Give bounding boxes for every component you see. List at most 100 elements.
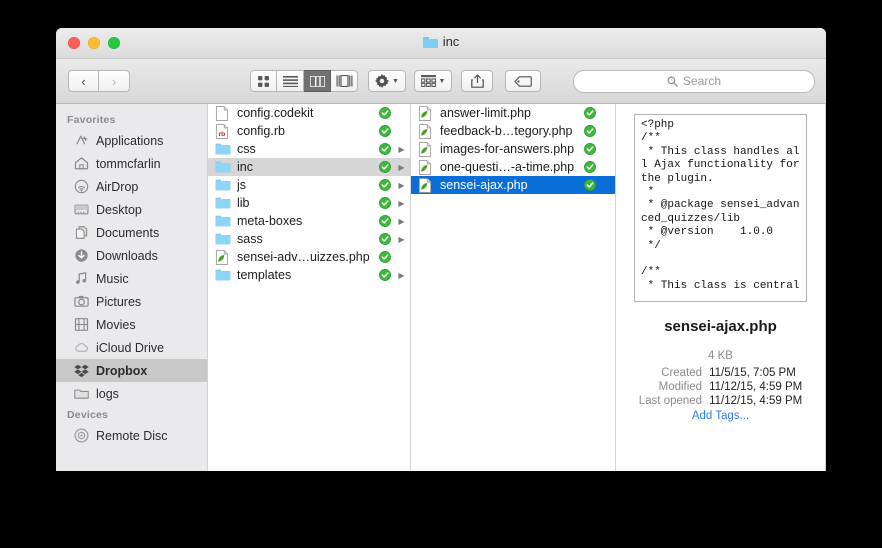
column-browser: config.codekit rb config.rb css ▶ inc ▶ js ▶ lib ▶…	[208, 104, 826, 471]
sidebar-item-music[interactable]: Music	[56, 267, 207, 290]
file-row[interactable]: js ▶	[208, 176, 410, 194]
file-row[interactable]: rb config.rb	[208, 122, 410, 140]
preview-pane: <?php /** * This class handles all Ajax …	[616, 104, 825, 422]
sync-status-badge	[379, 269, 391, 281]
sidebar-item-logs[interactable]: logs	[56, 382, 207, 405]
file-row[interactable]: inc ▶	[208, 158, 410, 176]
chevron-left-icon: ‹	[81, 73, 86, 89]
list-view-button[interactable]	[277, 70, 304, 92]
disclosure-arrow-icon[interactable]: ▶	[397, 163, 406, 172]
search-icon	[667, 76, 678, 87]
add-tags-link[interactable]: Add Tags...	[634, 410, 807, 422]
sync-status-badge	[584, 143, 596, 155]
titlebar[interactable]: inc	[56, 28, 826, 59]
php-document-icon	[215, 249, 231, 265]
sidebar-item-icloud-drive[interactable]: iCloud Drive	[56, 336, 207, 359]
file-name: config.rb	[237, 124, 285, 138]
sidebar-header-favorites: Favorites	[67, 114, 116, 126]
file-row[interactable]: sensei-ajax.php	[411, 176, 615, 194]
forward-button[interactable]: ›	[99, 70, 130, 92]
sidebar-item-label: Dropbox	[96, 363, 148, 378]
file-row[interactable]: feedback-b…tegory.php	[411, 122, 615, 140]
sidebar-item-airdrop[interactable]: AirDrop	[56, 175, 207, 198]
tags-button[interactable]	[505, 70, 541, 92]
sidebar-item-dropbox[interactable]: Dropbox	[56, 359, 207, 382]
file-row[interactable]: answer-limit.php	[411, 104, 615, 122]
sync-status-badge	[379, 251, 391, 263]
file-name: sass	[237, 232, 263, 246]
meta-value: 11/12/15, 4:59 PM	[709, 381, 803, 393]
disclosure-arrow-icon[interactable]: ▶	[397, 199, 406, 208]
folder-icon	[215, 197, 231, 208]
file-row[interactable]: config.codekit	[208, 104, 410, 122]
folder-icon	[422, 36, 438, 48]
file-row[interactable]: lib ▶	[208, 194, 410, 212]
synced-check-badge	[379, 143, 391, 155]
icon-view-button[interactable]	[250, 70, 277, 92]
window-title-label: inc	[442, 34, 460, 49]
disclosure-arrow-icon[interactable]: ▶	[397, 271, 406, 280]
share-button[interactable]	[461, 70, 493, 92]
folder-icon	[215, 142, 231, 157]
folder-icon	[215, 233, 231, 244]
php-document-icon	[418, 123, 434, 139]
window-body: Favorites Applications tommcfarlin AirDr…	[56, 104, 826, 471]
action-menu-button[interactable]: ▼	[368, 70, 406, 92]
view-mode-buttons	[250, 70, 358, 92]
disclosure-arrow-icon[interactable]: ▶	[397, 181, 406, 190]
sidebar-item-label: Documents	[96, 225, 160, 240]
sidebar-item-label: Pictures	[96, 294, 142, 309]
file-column-one[interactable]: config.codekit rb config.rb css ▶ inc ▶ js ▶ lib ▶…	[208, 104, 411, 471]
sidebar-item-tommcfarlin[interactable]: tommcfarlin	[56, 152, 207, 175]
back-button[interactable]: ‹	[68, 70, 99, 92]
sidebar-item-documents[interactable]: Documents	[56, 221, 207, 244]
desktop-icon	[74, 202, 89, 217]
preview-filename: sensei-ajax.php	[664, 318, 777, 335]
chevron-right-icon: ›	[111, 73, 117, 89]
sidebar-item-desktop[interactable]: Desktop	[56, 198, 207, 221]
sidebar-item-label: Movies	[96, 317, 136, 332]
file-row[interactable]: images-for-answers.php	[411, 140, 615, 158]
chevron-down-icon: ▼	[392, 77, 399, 85]
file-row[interactable]: meta-boxes ▶	[208, 212, 410, 230]
preview-metadata: Created 11/5/15, 7:05 PM Modified 11/12/…	[634, 367, 807, 407]
synced-check-badge	[379, 215, 391, 227]
folder-icon	[215, 196, 231, 211]
disclosure-arrow-icon[interactable]: ▶	[397, 145, 406, 154]
file-column-two[interactable]: answer-limit.php feedback-b…tegory.php ima…	[411, 104, 616, 471]
file-row[interactable]: sensei-adv…uizzes.php	[208, 248, 410, 266]
sidebar-header-devices: Devices	[67, 409, 109, 421]
column-view-icon	[309, 75, 325, 87]
list-view-icon	[282, 76, 298, 87]
gallery-view-button[interactable]	[331, 70, 358, 92]
php-document-icon	[215, 249, 229, 265]
sync-status-badge	[584, 107, 596, 119]
file-name: lib	[237, 196, 250, 210]
disclosure-arrow-icon[interactable]: ▶	[397, 217, 406, 226]
synced-check-badge	[379, 107, 391, 119]
sidebar[interactable]: Favorites Applications tommcfarlin AirDr…	[56, 104, 208, 471]
column-view-button[interactable]	[304, 70, 331, 92]
disclosure-arrow-icon[interactable]: ▶	[397, 235, 406, 244]
folder-icon	[215, 215, 231, 226]
home-icon	[74, 156, 89, 171]
file-name: meta-boxes	[237, 214, 303, 228]
folder-icon	[215, 178, 231, 193]
meta-key: Last opened	[638, 395, 703, 407]
sidebar-item-downloads[interactable]: Downloads	[56, 244, 207, 267]
sidebar-item-remote-disc[interactable]: Remote Disc	[56, 424, 207, 447]
sync-status-badge	[379, 143, 391, 155]
php-document-icon	[418, 177, 432, 193]
file-row[interactable]: css ▶	[208, 140, 410, 158]
search-field[interactable]: Search	[573, 69, 815, 93]
documents-icon	[74, 225, 89, 240]
sidebar-item-pictures[interactable]: Pictures	[56, 290, 207, 313]
sidebar-item-movies[interactable]: Movies	[56, 313, 207, 336]
sidebar-item-label: AirDrop	[96, 179, 139, 194]
file-row[interactable]: one-questi…-a-time.php	[411, 158, 615, 176]
preview-column: <?php /** * This class handles all Ajax …	[616, 104, 826, 471]
arrange-menu-button[interactable]: ▼	[414, 70, 452, 92]
file-row[interactable]: templates ▶	[208, 266, 410, 284]
sidebar-item-applications[interactable]: Applications	[56, 129, 207, 152]
file-row[interactable]: sass ▶	[208, 230, 410, 248]
